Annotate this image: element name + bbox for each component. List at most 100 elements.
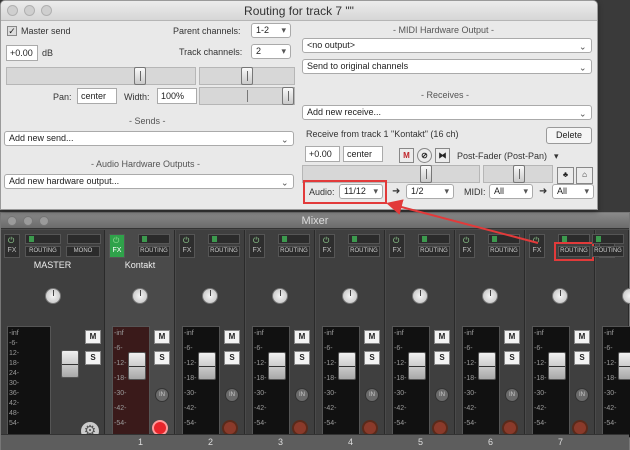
pan-knob[interactable] (482, 288, 498, 304)
post-fader-arrow-icon[interactable]: ▾ (554, 151, 559, 162)
volume-fader[interactable] (618, 352, 630, 380)
audio-source-select[interactable]: 11/12 (339, 184, 383, 199)
midi-send-mode-select[interactable]: Send to original channels (302, 59, 592, 74)
delete-receive-button[interactable]: Delete (546, 127, 592, 144)
pan-knob[interactable] (552, 288, 568, 304)
volume-field[interactable]: +0.00 (6, 45, 38, 61)
routing-button[interactable]: ROUTING (418, 246, 450, 257)
routing-button[interactable]: ROUTING (592, 246, 624, 257)
width-slider[interactable] (199, 87, 295, 105)
home-icon[interactable]: ⌂ (576, 167, 593, 184)
input-monitor-button[interactable]: IN (295, 388, 309, 402)
solo-button[interactable]: S (224, 351, 240, 365)
volume-slider-knob[interactable] (134, 67, 146, 85)
routing-button[interactable]: ROUTING (138, 246, 170, 257)
receive-pan-knob[interactable] (513, 165, 525, 183)
audio-dest-select[interactable]: 1/2 (406, 184, 454, 199)
pan-knob[interactable] (622, 288, 630, 304)
pan-knob[interactable] (272, 288, 288, 304)
mixer-zoom-button[interactable] (39, 216, 49, 226)
solo-button[interactable]: S (154, 351, 170, 365)
track-number[interactable]: 3 (278, 437, 283, 447)
routing-button[interactable]: ROUTING (278, 246, 310, 257)
track-number[interactable]: 4 (348, 437, 353, 447)
track-number[interactable]: 5 (418, 437, 423, 447)
receive-mono-icon[interactable]: ⧓ (435, 148, 450, 163)
routing-button[interactable]: ROUTING (348, 246, 380, 257)
mute-button[interactable]: M (154, 330, 170, 344)
routing-button[interactable]: ROUTING (488, 246, 520, 257)
input-monitor-button[interactable]: IN (575, 388, 589, 402)
mixer-close-button[interactable] (7, 216, 17, 226)
input-monitor-button[interactable]: IN (225, 388, 239, 402)
width-field[interactable]: 100% (157, 88, 197, 104)
pan-slider-knob[interactable] (241, 67, 253, 85)
midi-source-select[interactable]: All (489, 184, 533, 199)
mute-button[interactable]: M (434, 330, 450, 344)
volume-fader[interactable] (548, 352, 566, 380)
mute-button[interactable]: M (364, 330, 380, 344)
volume-fader[interactable] (198, 352, 216, 380)
solo-button[interactable]: S (434, 351, 450, 365)
track-number[interactable]: 2 (208, 437, 213, 447)
master-mono-icon[interactable] (67, 234, 101, 244)
receive-mute-button[interactable]: M (399, 148, 414, 163)
post-fader-label[interactable]: Post-Fader (Post-Pan) (457, 151, 547, 161)
minimize-button[interactable] (24, 5, 35, 16)
track-number[interactable]: 1 (138, 437, 143, 447)
fx-button[interactable]: FX (249, 234, 265, 258)
pan-knob[interactable] (202, 288, 218, 304)
receive-pan-slider[interactable] (483, 165, 553, 183)
pan-knob[interactable] (342, 288, 358, 304)
routing-button[interactable]: ROUTING (208, 246, 240, 257)
add-send-select[interactable]: Add new send... (4, 131, 294, 146)
fx-button[interactable]: FX (109, 234, 125, 258)
input-monitor-button[interactable]: IN (365, 388, 379, 402)
routing-button[interactable]: ROUTING (554, 242, 594, 261)
zoom-button[interactable] (41, 5, 52, 16)
fx-button[interactable]: FX (459, 234, 475, 258)
volume-fader[interactable] (268, 352, 286, 380)
mute-button[interactable]: M (574, 330, 590, 344)
fx-button[interactable]: FX (529, 234, 545, 258)
midi-output-select[interactable]: <no output> (302, 38, 592, 53)
mixer-minimize-button[interactable] (23, 216, 33, 226)
master-fx-button[interactable]: FX (4, 234, 20, 258)
volume-fader[interactable] (408, 352, 426, 380)
mute-button[interactable]: M (504, 330, 520, 344)
receive-pan-field[interactable]: center (343, 146, 383, 162)
fx-button[interactable]: FX (319, 234, 335, 258)
receive-phase-icon[interactable]: ⊘ (417, 148, 432, 163)
width-slider-knob[interactable] (282, 87, 294, 105)
volume-fader[interactable] (128, 352, 146, 380)
pan-knob[interactable] (132, 288, 148, 304)
solo-button[interactable]: S (574, 351, 590, 365)
fx-button[interactable]: FX (389, 234, 405, 258)
track-number[interactable]: 6 (488, 437, 493, 447)
receive-volume-field[interactable]: +0.00 (305, 146, 340, 162)
mute-button[interactable]: M (294, 330, 310, 344)
solo-button[interactable]: S (504, 351, 520, 365)
close-button[interactable] (7, 5, 18, 16)
solo-button[interactable]: S (364, 351, 380, 365)
volume-slider[interactable] (6, 67, 196, 85)
master-routing-button[interactable]: ROUTING (25, 246, 61, 257)
volume-fader[interactable] (478, 352, 496, 380)
solo-button[interactable]: S (294, 351, 310, 365)
input-monitor-button[interactable]: IN (435, 388, 449, 402)
master-volume-fader[interactable] (61, 350, 79, 378)
pan-slider[interactable] (199, 67, 295, 85)
volume-fader[interactable] (338, 352, 356, 380)
master-solo-button[interactable]: S (85, 351, 101, 365)
master-mute-button[interactable]: M (85, 330, 101, 344)
pan-field[interactable]: center (77, 88, 117, 104)
fx-button[interactable]: FX (179, 234, 195, 258)
add-hw-output-select[interactable]: Add new hardware output... (4, 174, 294, 189)
input-monitor-button[interactable]: IN (155, 388, 169, 402)
parent-channels-select[interactable]: 1-2 (251, 23, 291, 38)
envelope-icon[interactable]: ♣ (557, 167, 574, 184)
master-pan-knob[interactable] (45, 288, 61, 304)
mute-button[interactable]: M (224, 330, 240, 344)
add-receive-select[interactable]: Add new receive... (302, 105, 592, 120)
midi-dest-select[interactable]: All (552, 184, 594, 199)
